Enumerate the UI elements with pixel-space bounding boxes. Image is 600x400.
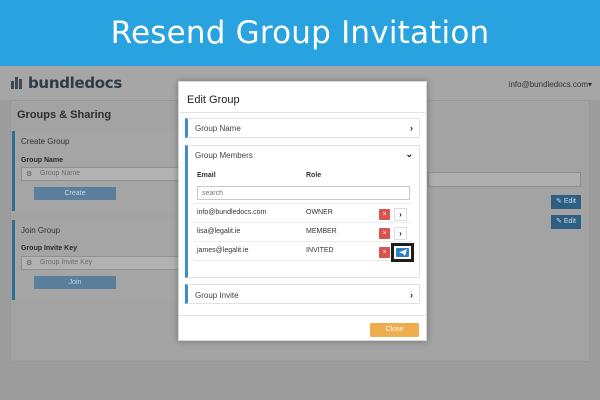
times-icon: × xyxy=(382,230,387,237)
join-button[interactable]: Join xyxy=(34,276,116,289)
create-button[interactable]: Create xyxy=(34,187,116,200)
group-name-accordion[interactable]: Group Name › xyxy=(185,118,420,138)
member-row: info@bundledocs.com OWNER × › xyxy=(194,203,412,223)
background-input xyxy=(428,172,581,187)
tutorial-banner: Resend Group Invitation xyxy=(0,0,600,66)
join-group-section: Join Group Group Invite Key ⚙ Group Invi… xyxy=(12,220,181,300)
edit-icon: ✎ xyxy=(556,218,562,225)
group-name-accordion-label: Group Name xyxy=(195,124,241,133)
group-invite-key-placeholder: Group Invite Key xyxy=(40,259,93,266)
member-role: INVITED xyxy=(306,247,334,254)
group-name-placeholder: Group Name xyxy=(40,170,81,177)
edit-icon: ✎ xyxy=(556,198,562,205)
member-row: lisa@legalit.ie MEMBER × › xyxy=(194,222,412,242)
member-role: OWNER xyxy=(306,209,333,216)
member-email: james@legalit.ie xyxy=(197,247,249,254)
edit-label: Edit xyxy=(563,218,576,225)
chevron-right-icon: › xyxy=(410,123,413,133)
page-title: Groups & Sharing xyxy=(17,109,112,121)
edit-label: Edit xyxy=(563,198,576,205)
member-email: lisa@legalit.ie xyxy=(197,228,241,235)
gear-icon: ⚙ xyxy=(26,171,33,178)
close-button[interactable]: Close xyxy=(370,323,419,337)
chevron-right-icon: › xyxy=(410,290,413,300)
times-icon: × xyxy=(382,249,387,256)
chevron-right-icon: › xyxy=(399,229,402,238)
bundledocs-logo[interactable]: bundledocs xyxy=(11,74,122,92)
user-menu[interactable]: info@bundledocs.com▾ xyxy=(509,80,592,89)
create-group-title: Create Group xyxy=(21,137,70,146)
chevron-right-icon: › xyxy=(399,210,402,219)
modal-divider xyxy=(179,112,426,113)
gear-icon: ⚙ xyxy=(26,260,33,267)
member-search-input[interactable] xyxy=(197,186,410,200)
banner-title: Resend Group Invitation xyxy=(110,15,490,51)
chevron-down-icon: ⌄ xyxy=(405,149,413,159)
remove-member-button[interactable]: × xyxy=(379,247,390,258)
resend-invitation-button[interactable] xyxy=(396,248,409,257)
group-name-label: Group Name xyxy=(21,157,64,164)
times-icon: × xyxy=(382,211,387,218)
group-name-input[interactable]: ⚙ Group Name xyxy=(21,167,181,181)
member-details-button[interactable]: › xyxy=(394,208,407,221)
logo-icon xyxy=(11,77,25,89)
edit-button[interactable]: ✎ Edit xyxy=(551,195,581,209)
caret-down-icon: ▾ xyxy=(587,80,592,89)
logo-text: bundledocs xyxy=(28,74,123,92)
role-column-header: Role xyxy=(306,172,322,179)
resend-invitation-highlight xyxy=(391,243,414,262)
user-email: info@bundledocs.com xyxy=(508,80,588,89)
send-icon xyxy=(399,249,407,256)
member-email: info@bundledocs.com xyxy=(197,209,267,216)
group-invite-key-label: Group Invite Key xyxy=(21,245,78,252)
join-group-title: Join Group xyxy=(21,226,61,235)
member-details-button[interactable]: › xyxy=(394,227,407,240)
create-group-section: Create Group Group Name ⚙ Group Name Cre… xyxy=(12,131,181,211)
member-row: james@legalit.ie INVITED × xyxy=(194,241,412,261)
group-invite-accordion-label: Group Invite xyxy=(195,291,239,300)
remove-member-button[interactable]: × xyxy=(379,209,390,220)
modal-title: Edit Group xyxy=(187,94,240,106)
group-invite-key-input[interactable]: ⚙ Group Invite Key xyxy=(21,256,181,270)
group-members-accordion-label: Group Members xyxy=(195,151,253,160)
remove-member-button[interactable]: × xyxy=(379,228,390,239)
email-column-header: Email xyxy=(197,172,216,179)
edit-button[interactable]: ✎ Edit xyxy=(551,215,581,229)
modal-footer-divider xyxy=(179,315,426,316)
group-invite-accordion[interactable]: Group Invite › xyxy=(185,284,420,304)
member-role: MEMBER xyxy=(306,228,337,235)
